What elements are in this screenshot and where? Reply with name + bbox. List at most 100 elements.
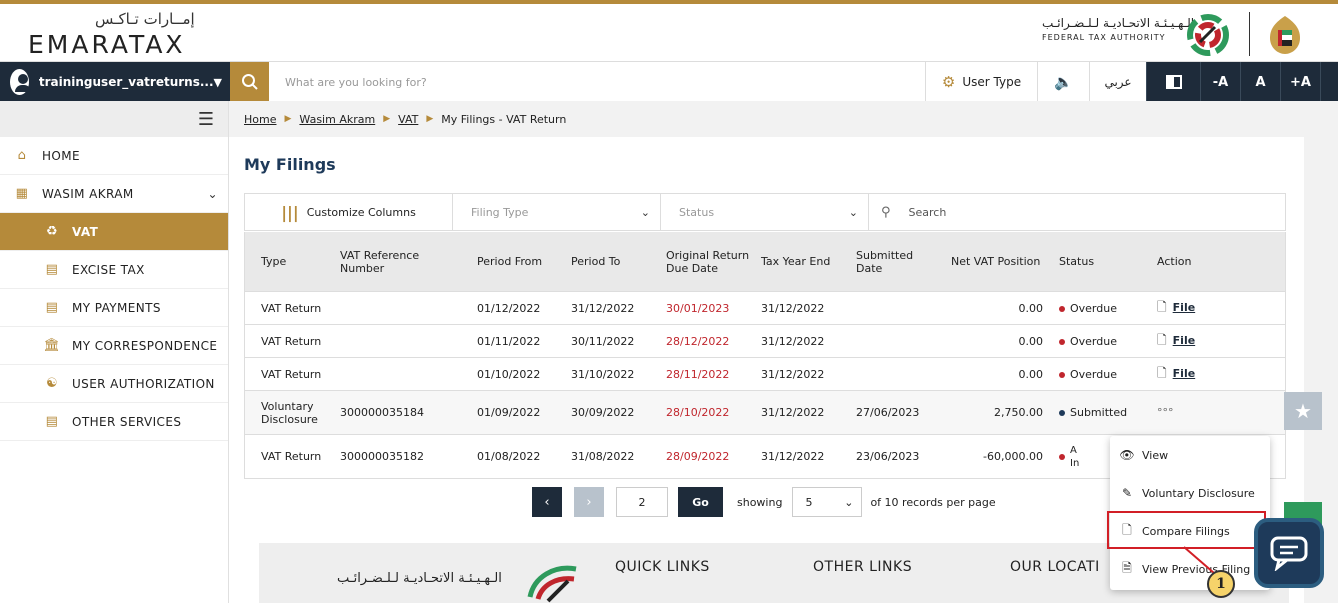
table-header: Type VAT Reference Number Period From Pe… [245, 232, 1285, 291]
cell-tye: 31/12/2022 [761, 450, 825, 463]
pagination: ‹ › 2 Go showing 5 ⌄ of 10 records per p… [532, 487, 996, 517]
cell-type: Voluntary Disclosure [261, 399, 318, 426]
cell-due: 28/10/2022 [666, 406, 730, 419]
audio-button[interactable]: 🔈 [1037, 62, 1089, 102]
status-badge: Overdue [1059, 335, 1157, 348]
cell-net: 2,750.00 [994, 406, 1043, 419]
chevron-down-icon: ⌄ [640, 205, 650, 219]
customize-columns-button[interactable]: ||| Customize Columns [245, 194, 453, 230]
status-text: Overdue [1070, 367, 1117, 381]
cell-net: 0.00 [1018, 334, 1044, 348]
font-decrease-button[interactable]: -A [1200, 62, 1240, 102]
table-row: VAT Return 01/10/2022 31/10/2022 28/11/2… [245, 357, 1285, 390]
sidebar-item-my-payments[interactable]: ▤ MY PAYMENTS [0, 289, 228, 327]
sidebar-item-my-correspondence[interactable]: 🏛 MY CORRESPONDENCE [0, 327, 228, 365]
go-button[interactable]: Go [678, 487, 723, 517]
status-select[interactable]: Status ⌄ [661, 194, 869, 230]
cell-tye: 31/12/2022 [761, 334, 825, 348]
status-dot-icon [1059, 410, 1065, 416]
breadcrumb-user-link[interactable]: Wasim Akram [299, 113, 375, 126]
edit-document-icon: ✎ [1121, 486, 1133, 500]
col-header-from: Period From [477, 255, 543, 268]
breadcrumb-vat-link[interactable]: VAT [398, 113, 418, 126]
file-action-link[interactable]: 🗋 File [1157, 364, 1237, 385]
search-button[interactable] [230, 62, 269, 102]
cell-tye: 31/12/2022 [761, 367, 825, 381]
next-page-button[interactable]: › [574, 487, 604, 517]
prev-page-button[interactable]: ‹ [532, 487, 562, 517]
breadcrumb-home-link[interactable]: Home [244, 113, 276, 126]
breadcrumb-separator-icon: ▶ [383, 114, 391, 124]
favorite-star-button[interactable]: ★ [1284, 392, 1322, 430]
sidebar-item-label: OTHER SERVICES [72, 414, 182, 429]
page-number-input[interactable]: 2 [616, 487, 668, 517]
chevron-down-icon: ⌄ [844, 495, 854, 509]
username: traininguser_vatreturns... [38, 75, 214, 89]
user-type-label: User Type [962, 75, 1022, 89]
cell-type: VAT Return [261, 301, 322, 315]
filing-type-label: Filing Type [471, 205, 529, 219]
sidebar-item-label: MY CORRESPONDENCE [72, 338, 218, 353]
sidebar-item-home[interactable]: ⌂ HOME [0, 137, 228, 175]
col-header-tye: Tax Year End [761, 255, 831, 268]
table-row: Voluntary Disclosure 300000035184 01/09/… [245, 390, 1285, 434]
sidebar: ☰ ⌂ HOME ▦ WASIM AKRAM ⌄ ♻ VAT ▤ EXCISE … [0, 101, 229, 603]
status-dot-icon [1059, 453, 1065, 460]
records-per-page-label: of 10 records per page [870, 495, 996, 509]
cell-to: 31/08/2022 [571, 450, 635, 463]
hamburger-menu-icon[interactable]: ☰ [0, 101, 228, 137]
star-icon: ★ [1294, 399, 1312, 423]
language-toggle[interactable]: عربي [1089, 62, 1146, 102]
font-increase-button[interactable]: +A [1280, 62, 1320, 102]
speaker-icon: 🔈 [1054, 73, 1073, 91]
cell-tye: 31/12/2022 [761, 301, 825, 315]
per-page-select[interactable]: 5 ⌄ [792, 487, 863, 517]
emaratax-logo[interactable]: EMARATAX [28, 30, 186, 59]
chat-support-button[interactable] [1254, 518, 1324, 588]
money-bag-icon: ♻ [45, 224, 59, 239]
menu-item-view[interactable]: 👁 View [1110, 436, 1270, 474]
cell-from: 01/10/2022 [477, 367, 541, 381]
sidebar-item-vat[interactable]: ♻ VAT [0, 213, 228, 251]
home-icon: ⌂ [17, 148, 27, 163]
menu-item-voluntary-disclosure[interactable]: ✎ Voluntary Disclosure [1110, 474, 1270, 512]
cell-submitted: 27/06/2023 [856, 406, 920, 419]
menu-item-label: Voluntary Disclosure [1142, 486, 1255, 500]
fta-name-arabic: الـهـيـئـة الاتحـاديـة لـلـضـرائـب [1042, 16, 1195, 30]
user-type-button[interactable]: ⚙ User Type [925, 62, 1037, 102]
sidebar-item-label: VAT [72, 224, 99, 239]
page-title: My Filings [244, 155, 336, 174]
footer-fta-arabic: الـهـيـئـة الاتحـاديـة لـلـضـرائـب [337, 571, 502, 586]
table-search-input[interactable]: ⚲ Search [869, 194, 1285, 230]
breadcrumb-separator-icon: ▶ [426, 114, 434, 124]
contrast-icon [1165, 75, 1182, 89]
sidebar-item-other-services[interactable]: ▤ OTHER SERVICES [0, 403, 228, 441]
chevron-down-icon: ⌄ [207, 186, 218, 201]
cell-type: VAT Return [261, 334, 322, 348]
status-badge: Overdue [1059, 302, 1157, 315]
sidebar-item-wasim-akram[interactable]: ▦ WASIM AKRAM ⌄ [0, 175, 228, 213]
cell-net: 0.00 [1018, 301, 1044, 315]
col-header-submitted: Submitted Date [856, 248, 914, 275]
sidebar-item-user-authorization[interactable]: ☯ USER AUTHORIZATION [0, 365, 228, 403]
file-action-link[interactable]: 🗋 File [1157, 298, 1237, 319]
cell-ref: 300000035182 [340, 450, 424, 463]
cell-net: -60,000.00 [983, 450, 1043, 463]
status-dot-icon [1059, 371, 1065, 378]
status-dot-icon [1059, 338, 1065, 345]
contrast-button[interactable] [1146, 62, 1200, 102]
file-icon: 🗋 [1157, 299, 1167, 314]
col-header-to: Period To [571, 255, 621, 268]
table-row: VAT Return 01/12/2022 31/12/2022 30/01/2… [245, 291, 1285, 324]
filing-type-select[interactable]: Filing Type ⌄ [453, 194, 661, 230]
grid-icon: ▦ [15, 186, 29, 201]
more-actions-button[interactable]: °°° [1157, 406, 1237, 419]
clipboard-icon: ▤ [45, 414, 59, 429]
font-normal-button[interactable]: A [1240, 62, 1280, 102]
file-action-link[interactable]: 🗋 File [1157, 331, 1237, 352]
sidebar-item-excise-tax[interactable]: ▤ EXCISE TAX [0, 251, 228, 289]
user-menu[interactable]: traininguser_vatreturns... ▼ [0, 62, 230, 102]
sidebar-item-label: USER AUTHORIZATION [72, 376, 215, 391]
bank-icon: 🏛 [43, 338, 61, 353]
search-input[interactable]: What are you looking for? [269, 62, 925, 102]
